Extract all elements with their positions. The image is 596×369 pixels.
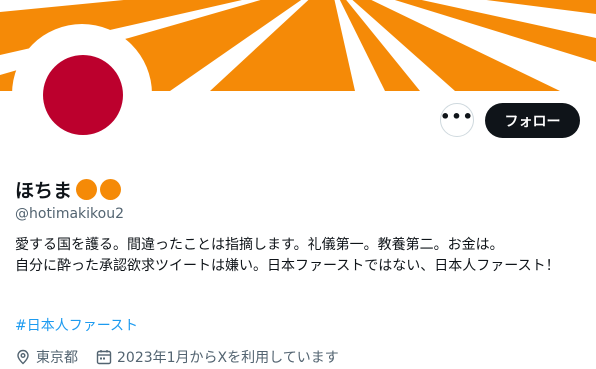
orange-circle-icon: [100, 179, 122, 200]
bio-line-2: 自分に酔った承認欲求ツイートは嫌い。日本ファーストではない、日本人ファースト！: [15, 258, 560, 274]
bio-line-1: 愛する国を護る。間違ったことは指摘します。礼儀第一。教養第二。お金は。: [15, 237, 504, 253]
follow-button[interactable]: フォロー: [485, 103, 580, 138]
location-pin-icon: [15, 349, 31, 365]
display-name-text: ほちま: [15, 180, 73, 202]
orange-circle-icon: [76, 179, 98, 200]
more-icon: •••: [440, 107, 474, 126]
more-button[interactable]: •••: [440, 103, 474, 137]
hashtag-link[interactable]: #日本人ファースト: [15, 315, 138, 335]
user-handle: @hotimakikou2: [15, 206, 124, 222]
calendar-icon: [96, 349, 112, 365]
red-disc-avatar-image: [43, 55, 123, 135]
profile-bio: 愛する国を護る。間違ったことは指摘します。礼儀第一。教養第二。お金は。 自分に酔…: [15, 235, 585, 277]
location-text: 東京都: [36, 350, 78, 366]
display-name: ほちま: [15, 176, 122, 203]
avatar[interactable]: [12, 24, 152, 164]
joined-date-text: 2023年1月からXを利用しています: [117, 350, 339, 366]
profile-meta: 東京都 2023年1月からXを利用しています: [15, 347, 339, 367]
